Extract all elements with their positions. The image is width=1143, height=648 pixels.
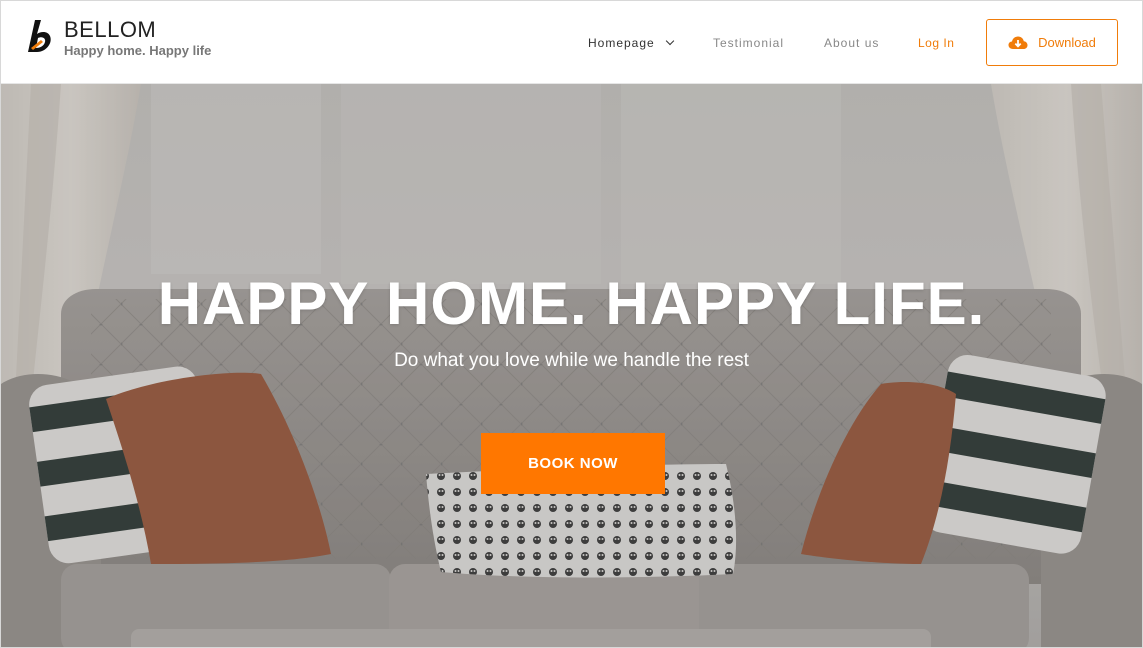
download-button[interactable]: Download [986, 19, 1118, 66]
brand[interactable]: BELLOM Happy home. Happy life [26, 18, 211, 60]
brand-tagline: Happy home. Happy life [64, 43, 212, 58]
hero-section: HAPPY HOME. HAPPY LIFE. Do what you love… [1, 84, 1142, 647]
hero-title: HAPPY HOME. HAPPY LIFE. [157, 270, 986, 337]
hero-subtitle: Do what you love while we handle the res… [394, 350, 749, 371]
chevron-down-icon [665, 36, 674, 46]
nav-item-about-us[interactable]: About us [824, 36, 879, 50]
book-now-button[interactable]: BOOK NOW [481, 433, 665, 494]
cloud-download-icon [1008, 36, 1028, 49]
nav-item-label: Homepage [588, 36, 655, 50]
nav-item-login[interactable]: Log In [918, 36, 954, 50]
nav-item-homepage[interactable]: Homepage [588, 36, 674, 50]
bellom-logo-icon [28, 20, 51, 52]
brand-name: BELLOM [64, 17, 157, 42]
nav-item-testimonial[interactable]: Testimonial [713, 36, 784, 50]
browser-viewport: BELLOM Happy home. Happy life Homepage T… [0, 0, 1143, 648]
site-header: BELLOM Happy home. Happy life Homepage T… [1, 1, 1142, 84]
download-label: Download [1038, 35, 1096, 50]
